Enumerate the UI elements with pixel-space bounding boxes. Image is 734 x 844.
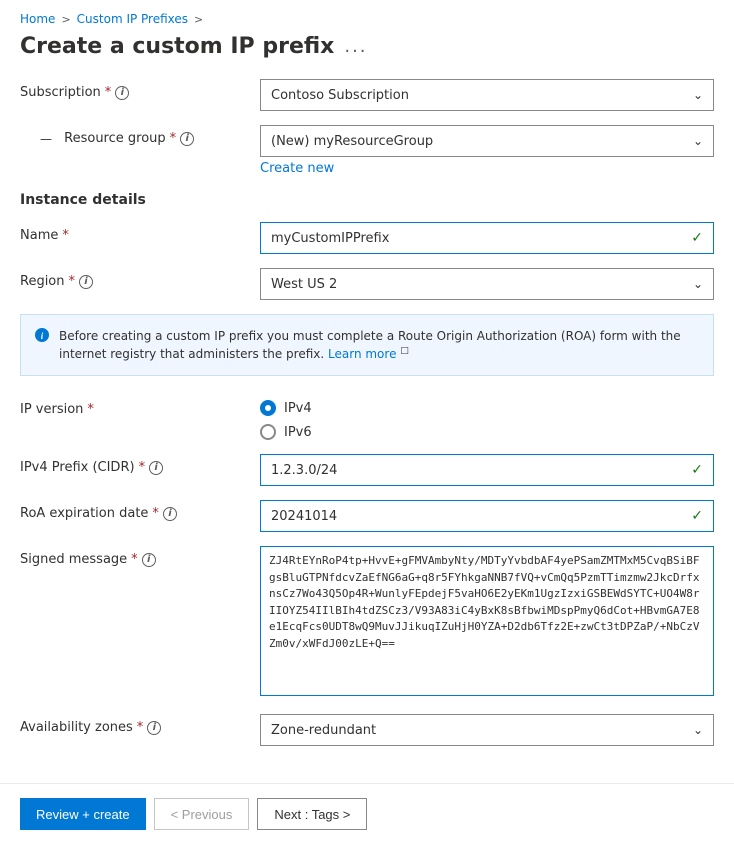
subscription-row: Subscription * i Contoso Subscription ⌄ xyxy=(20,79,714,111)
next-button[interactable]: Next : Tags > xyxy=(257,798,367,830)
radio-ipv6-circle xyxy=(260,424,276,440)
availability-zones-dropdown[interactable]: Zone-redundant ⌄ xyxy=(260,714,714,746)
ip-version-row: IP version * IPv4 IPv6 xyxy=(20,396,714,440)
breadcrumb-parent[interactable]: Custom IP Prefixes xyxy=(77,12,188,26)
subscription-info-icon[interactable]: i xyxy=(115,86,129,100)
create-new-link[interactable]: Create new xyxy=(260,161,714,176)
info-banner-text: Before creating a custom IP prefix you m… xyxy=(59,327,699,363)
region-dropdown[interactable]: West US 2 ⌄ xyxy=(260,268,714,300)
ipv4-prefix-info-icon[interactable]: i xyxy=(149,461,163,475)
more-options-icon[interactable]: ... xyxy=(344,36,367,57)
radio-ipv4-circle xyxy=(260,400,276,416)
radio-ipv6[interactable]: IPv6 xyxy=(260,424,714,440)
subscription-required: * xyxy=(105,85,112,100)
footer-bar: Review + create < Previous Next : Tags > xyxy=(0,783,734,844)
region-required: * xyxy=(69,274,76,289)
previous-button[interactable]: < Previous xyxy=(154,798,250,830)
radio-ipv6-label: IPv6 xyxy=(284,425,312,440)
signed-message-label: Signed message * i xyxy=(20,546,260,567)
page-header: Create a custom IP prefix ... xyxy=(0,34,734,79)
ip-version-radio-group: IPv4 IPv6 xyxy=(260,396,714,440)
name-check-icon: ✓ xyxy=(691,230,703,246)
breadcrumb-home[interactable]: Home xyxy=(20,12,55,26)
region-label: Region * i xyxy=(20,268,260,289)
review-create-button[interactable]: Review + create xyxy=(20,798,146,830)
breadcrumb-sep2: > xyxy=(194,13,203,26)
availability-zones-label: Availability zones * i xyxy=(20,714,260,735)
ipv4-prefix-row: IPv4 Prefix (CIDR) * i 1.2.3.0/24 ✓ xyxy=(20,454,714,486)
name-input[interactable]: myCustomIPPrefix ✓ xyxy=(260,222,714,254)
roa-expiration-label: RoA expiration date * i xyxy=(20,500,260,521)
signed-message-info-icon[interactable]: i xyxy=(142,553,156,567)
breadcrumb-sep1: > xyxy=(61,13,70,26)
region-info-icon[interactable]: i xyxy=(79,275,93,289)
subscription-dropdown[interactable]: Contoso Subscription ⌄ xyxy=(260,79,714,111)
ip-version-label: IP version * xyxy=(20,396,260,417)
ipv4-prefix-input[interactable]: 1.2.3.0/24 ✓ xyxy=(260,454,714,486)
ipv4-prefix-check-icon: ✓ xyxy=(691,462,703,478)
signed-message-control xyxy=(260,546,714,700)
name-control: myCustomIPPrefix ✓ xyxy=(260,222,714,254)
info-banner-icon: i xyxy=(35,328,49,346)
region-chevron-icon: ⌄ xyxy=(693,277,703,291)
resource-group-required: * xyxy=(170,131,177,146)
subscription-value: Contoso Subscription xyxy=(271,88,409,103)
name-required: * xyxy=(62,228,69,243)
availability-zones-chevron-icon: ⌄ xyxy=(693,723,703,737)
ip-version-required: * xyxy=(87,402,94,417)
availability-zones-control: Zone-redundant ⌄ xyxy=(260,714,714,746)
ipv4-prefix-required: * xyxy=(139,460,146,475)
name-label: Name * xyxy=(20,222,260,243)
info-banner-link[interactable]: Learn more xyxy=(328,347,396,361)
subscription-label: Subscription * i xyxy=(20,79,260,100)
availability-zones-info-icon[interactable]: i xyxy=(147,721,161,735)
region-value: West US 2 xyxy=(271,277,337,292)
roa-expiration-required: * xyxy=(152,506,159,521)
resource-group-dropdown[interactable]: (New) myResourceGroup ⌄ xyxy=(260,125,714,157)
subscription-chevron-icon: ⌄ xyxy=(693,88,703,102)
signed-message-required: * xyxy=(131,552,138,567)
radio-ipv4-label: IPv4 xyxy=(284,401,312,416)
resource-group-info-icon[interactable]: i xyxy=(180,132,194,146)
resource-group-label: — Resource group * i xyxy=(20,125,260,146)
name-value: myCustomIPPrefix xyxy=(271,231,389,246)
roa-expiration-input[interactable]: 20241014 ✓ xyxy=(260,500,714,532)
resource-group-control: (New) myResourceGroup ⌄ Create new xyxy=(260,125,714,176)
instance-details-heading: Instance details xyxy=(20,192,714,208)
ipv4-prefix-control: 1.2.3.0/24 ✓ xyxy=(260,454,714,486)
region-control: West US 2 ⌄ xyxy=(260,268,714,300)
availability-zones-value: Zone-redundant xyxy=(271,723,376,738)
signed-message-textarea[interactable] xyxy=(260,546,714,696)
roa-expiration-info-icon[interactable]: i xyxy=(163,507,177,521)
subscription-control: Contoso Subscription ⌄ xyxy=(260,79,714,111)
breadcrumb: Home > Custom IP Prefixes > xyxy=(0,0,734,34)
region-row: Region * i West US 2 ⌄ xyxy=(20,268,714,300)
resource-group-chevron-icon: ⌄ xyxy=(693,134,703,148)
availability-zones-row: Availability zones * i Zone-redundant ⌄ xyxy=(20,714,714,746)
roa-expiration-row: RoA expiration date * i 20241014 ✓ xyxy=(20,500,714,532)
info-banner: i Before creating a custom IP prefix you… xyxy=(20,314,714,376)
roa-expiration-value: 20241014 xyxy=(271,509,337,524)
availability-zones-required: * xyxy=(137,720,144,735)
resource-group-value: (New) myResourceGroup xyxy=(271,134,433,149)
ipv4-prefix-value: 1.2.3.0/24 xyxy=(271,463,337,478)
roa-expiration-control: 20241014 ✓ xyxy=(260,500,714,532)
form-section: Subscription * i Contoso Subscription ⌄ … xyxy=(0,79,734,746)
radio-ipv4[interactable]: IPv4 xyxy=(260,400,714,416)
ip-version-control: IPv4 IPv6 xyxy=(260,396,714,440)
page-title: Create a custom IP prefix xyxy=(20,34,334,59)
resource-group-row: — Resource group * i (New) myResourceGro… xyxy=(20,125,714,176)
ipv4-prefix-label: IPv4 Prefix (CIDR) * i xyxy=(20,454,260,475)
signed-message-row: Signed message * i xyxy=(20,546,714,700)
roa-expiration-check-icon: ✓ xyxy=(691,508,703,524)
name-row: Name * myCustomIPPrefix ✓ xyxy=(20,222,714,254)
